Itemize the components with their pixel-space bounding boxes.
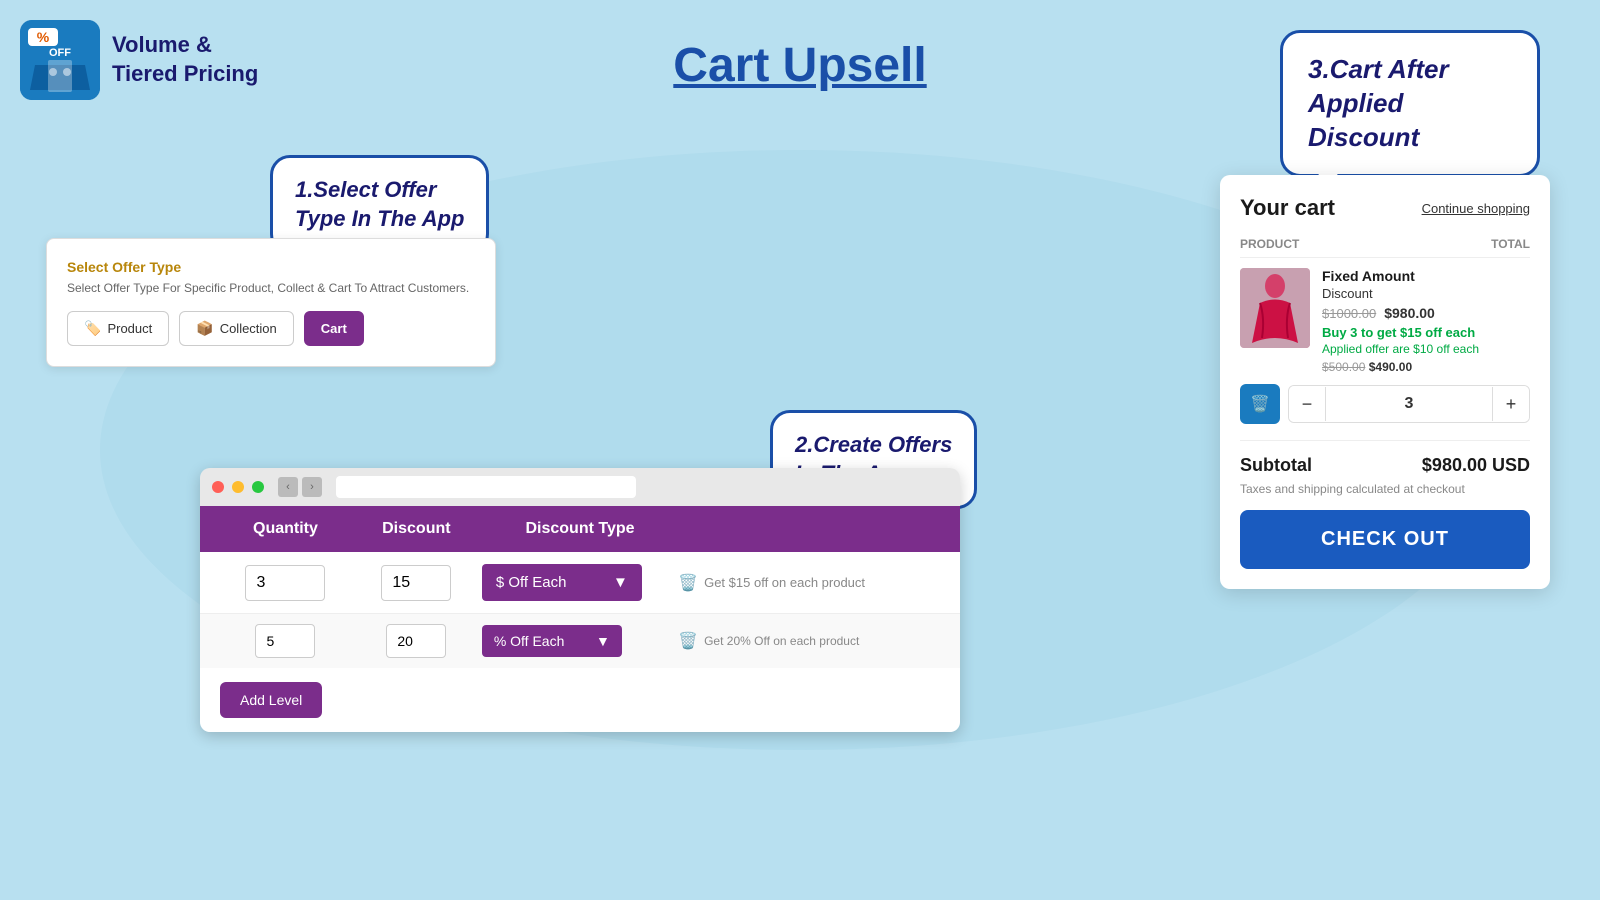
- cart-item-applied: Applied offer are $10 off each: [1322, 342, 1530, 356]
- offers-table: Quantity Discount Discount Type $ Off Ea…: [200, 506, 960, 732]
- cart-item: Fixed Amount Discount $1000.00 $980.00 B…: [1240, 268, 1530, 374]
- subtotal-value: $980.00 USD: [1422, 455, 1530, 476]
- subtotal-row: Subtotal $980.00 USD: [1240, 440, 1530, 476]
- row1-discount-input[interactable]: [381, 565, 451, 601]
- row2-type-select[interactable]: % Off Each ▼: [482, 625, 622, 657]
- collection-label: Collection: [220, 321, 277, 336]
- cart-item-details: Fixed Amount Discount $1000.00 $980.00 B…: [1322, 268, 1530, 374]
- subtotal-label: Subtotal: [1240, 455, 1312, 476]
- browser-topbar: ‹ ›: [200, 468, 960, 506]
- header-empty: [678, 520, 940, 538]
- app-logo-icon: % OFF: [20, 20, 100, 100]
- svg-text:%: %: [37, 29, 50, 45]
- cart-item-original-price: $1000.00: [1322, 306, 1376, 321]
- browser-back-button[interactable]: ‹: [278, 477, 298, 497]
- cart-col-total: TOTAL: [1491, 237, 1530, 251]
- browser-nav: ‹ ›: [278, 477, 322, 497]
- row1-qty-cell: [220, 565, 351, 601]
- quantity-decrease-button[interactable]: −: [1289, 386, 1325, 422]
- row2-help-text: Get 20% Off on each product: [704, 634, 859, 648]
- cart-item-price-after: $490.00: [1369, 360, 1412, 374]
- offer-type-description: Select Offer Type For Specific Product, …: [67, 281, 475, 295]
- page-title: Cart Upsell: [673, 38, 926, 93]
- browser-minimize-dot[interactable]: [232, 481, 244, 493]
- browser-close-dot[interactable]: [212, 481, 224, 493]
- quantity-increase-button[interactable]: +: [1493, 386, 1529, 422]
- cart-button[interactable]: Cart: [304, 311, 364, 346]
- cart-item-price-before: $500.00: [1322, 360, 1365, 374]
- row1-type-dropdown-icon: ▼: [613, 574, 628, 591]
- header-discount-type: Discount Type: [482, 520, 678, 538]
- offer-type-buttons: 🏷️ Product 📦 Collection Cart: [67, 311, 475, 346]
- cart-title: Your cart: [1240, 195, 1335, 221]
- quantity-value: 3: [1325, 387, 1493, 421]
- browser-maximize-dot[interactable]: [252, 481, 264, 493]
- table-header: Quantity Discount Discount Type: [200, 506, 960, 552]
- cart-panel: Your cart Continue shopping PRODUCT TOTA…: [1220, 175, 1550, 589]
- row2-qty-cell: [220, 624, 351, 658]
- cart-item-prices: $500.00 $490.00: [1322, 360, 1530, 374]
- cart-item-promo: Buy 3 to get $15 off each: [1322, 325, 1530, 340]
- row1-type-label: $ Off Each: [496, 574, 567, 591]
- browser-forward-button[interactable]: ›: [302, 477, 322, 497]
- row1-type-cell: $ Off Each ▼: [482, 564, 678, 601]
- table-row: $ Off Each ▼ 🗑️ Get $15 off on each prod…: [200, 552, 960, 614]
- header-discount: Discount: [351, 520, 482, 538]
- product-image-svg: [1240, 268, 1310, 348]
- offers-browser-window: ‹ › Quantity Discount Discount Type $ Of…: [200, 468, 960, 732]
- row2-type-label: % Off Each: [494, 633, 565, 649]
- browser-url-bar[interactable]: [336, 476, 636, 498]
- cart-item-sale-price: $980.00: [1384, 305, 1435, 321]
- checkout-button[interactable]: CHECK OUT: [1240, 510, 1530, 569]
- row2-type-dropdown-icon: ▼: [596, 633, 610, 649]
- cart-columns: PRODUCT TOTAL: [1240, 237, 1530, 258]
- offer-type-title: Select Offer Type: [67, 259, 475, 275]
- row2-quantity-input[interactable]: [255, 624, 315, 658]
- cart-item-name: Fixed Amount: [1322, 268, 1530, 284]
- cart-controls: 🗑️ − 3 +: [1240, 384, 1530, 424]
- row1-trash-icon[interactable]: 🗑️: [678, 573, 698, 593]
- add-level-row: Add Level: [200, 668, 960, 732]
- row2-help-cell: 🗑️ Get 20% Off on each product: [678, 631, 940, 651]
- row2-discount-input[interactable]: [386, 624, 446, 658]
- continue-shopping-link[interactable]: Continue shopping: [1422, 201, 1530, 216]
- row1-help-cell: 🗑️ Get $15 off on each product: [678, 573, 940, 593]
- cart-item-image: [1240, 268, 1310, 348]
- speech-bubble-cart-after: 3.Cart After Applied Discount: [1280, 30, 1540, 177]
- cart-col-product: PRODUCT: [1240, 237, 1299, 251]
- row1-type-select[interactable]: $ Off Each ▼: [482, 564, 642, 601]
- cart-button-label: Cart: [321, 321, 347, 336]
- tax-note: Taxes and shipping calculated at checkou…: [1240, 482, 1530, 496]
- row1-help-text: Get $15 off on each product: [704, 575, 865, 590]
- cart-header: Your cart Continue shopping: [1240, 195, 1530, 221]
- cart-item-sub: Discount: [1322, 286, 1530, 301]
- svg-text:OFF: OFF: [49, 47, 71, 59]
- product-button[interactable]: 🏷️ Product: [67, 311, 169, 346]
- cart-item-image-inner: [1240, 268, 1310, 348]
- add-level-button[interactable]: Add Level: [220, 682, 322, 718]
- row2-trash-icon[interactable]: 🗑️: [678, 631, 698, 651]
- offer-type-panel: Select Offer Type Select Offer Type For …: [46, 238, 496, 367]
- logo-area: % OFF Volume & Tiered Pricing: [20, 20, 258, 100]
- logo-svg: % OFF: [20, 20, 100, 100]
- quantity-controls: − 3 +: [1288, 385, 1530, 423]
- row1-discount-cell: [351, 565, 482, 601]
- product-icon: 🏷️: [84, 320, 101, 337]
- delete-item-button[interactable]: 🗑️: [1240, 384, 1280, 424]
- collection-button[interactable]: 📦 Collection: [179, 311, 294, 346]
- logo-text: Volume & Tiered Pricing: [112, 31, 258, 88]
- row1-quantity-input[interactable]: [245, 565, 325, 601]
- row2-discount-cell: [351, 624, 482, 658]
- table-row: % Off Each ▼ 🗑️ Get 20% Off on each prod…: [200, 614, 960, 668]
- header-quantity: Quantity: [220, 520, 351, 538]
- row2-type-cell: % Off Each ▼: [482, 625, 678, 657]
- product-label: Product: [107, 321, 152, 336]
- collection-icon: 📦: [196, 320, 213, 337]
